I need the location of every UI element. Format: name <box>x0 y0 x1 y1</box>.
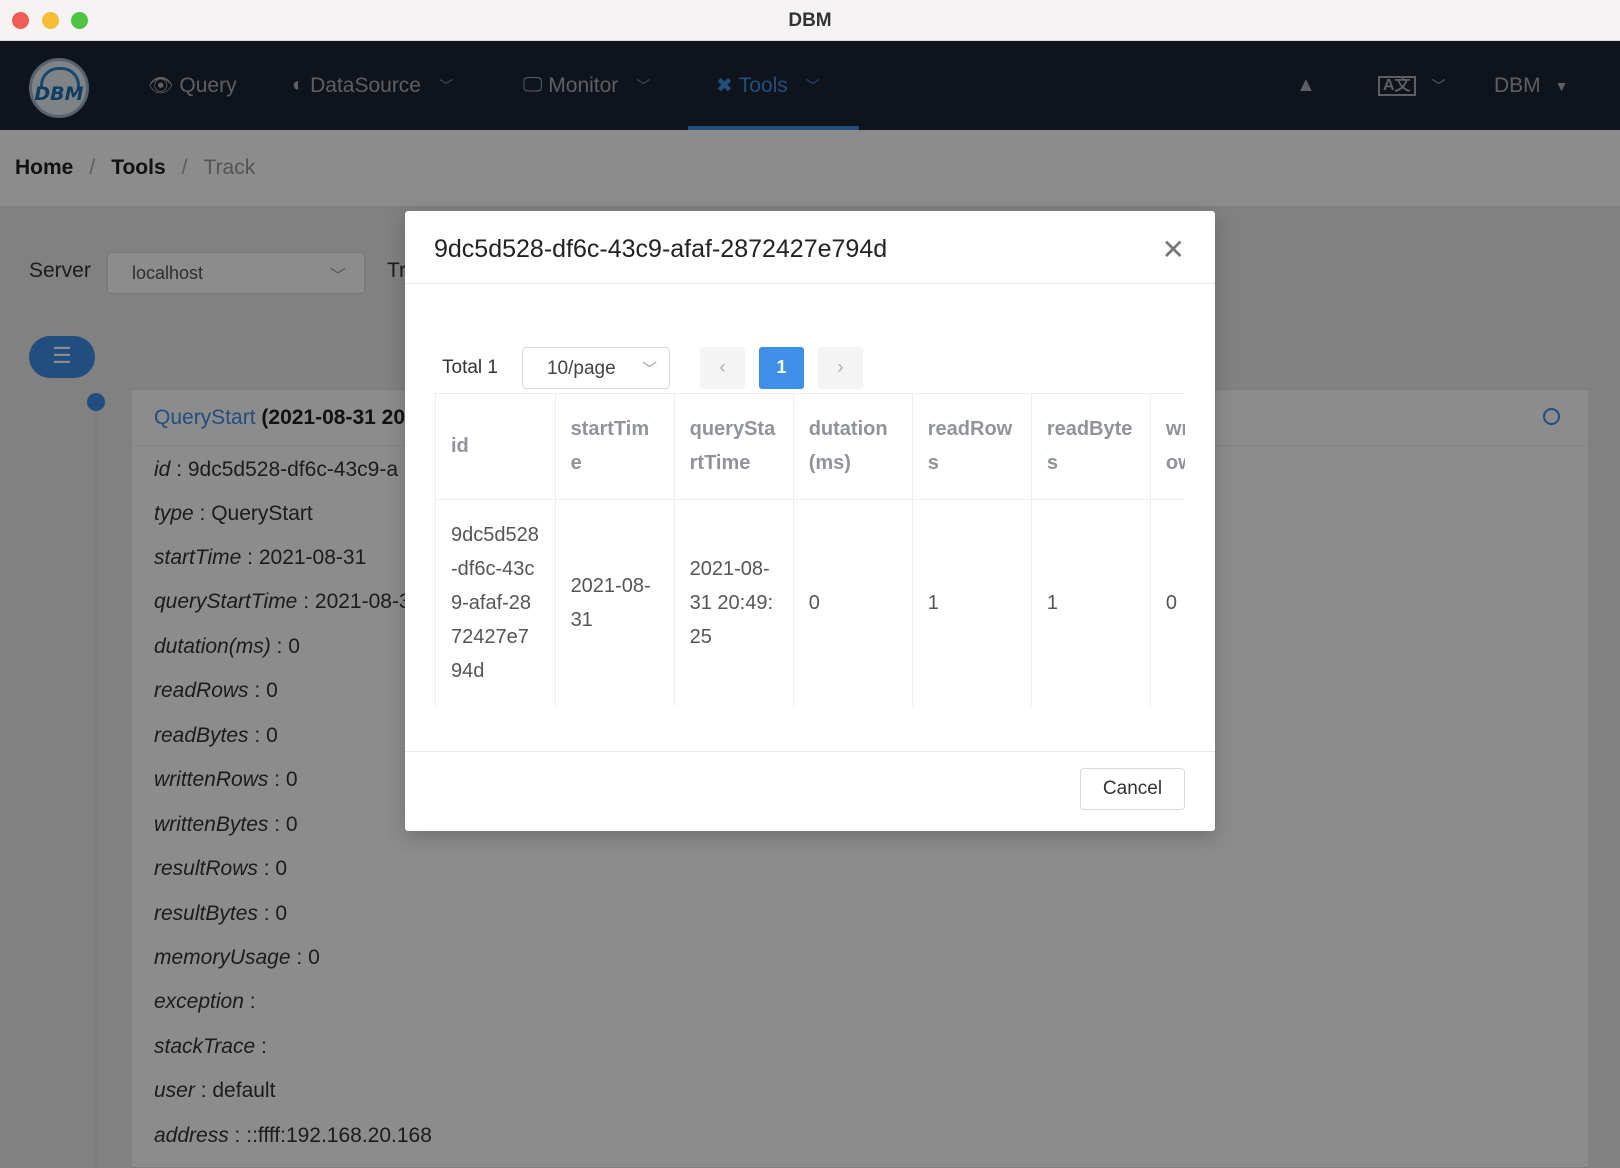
column-header[interactable]: startTime <box>555 394 675 500</box>
column-header[interactable]: queryStartTime <box>674 394 794 500</box>
pagination: Total 1 10/page ﹀ ‹ 1 › <box>442 347 877 389</box>
pagination-total: Total 1 <box>442 357 498 378</box>
window-title: DBM <box>788 10 832 31</box>
chevron-left-icon: ‹ <box>719 357 726 377</box>
chevron-down-icon: ﹀ <box>641 361 657 378</box>
dialog-header: 9dc5d528-df6c-43c9-afaf-2872427e794d ✕ <box>405 211 1215 284</box>
cancel-button[interactable]: Cancel <box>1080 768 1185 810</box>
next-page-button[interactable]: › <box>817 347 863 389</box>
column-header[interactable]: readBytes <box>1031 394 1151 500</box>
dialog-title: 9dc5d528-df6c-43c9-afaf-2872427e794d <box>434 235 888 263</box>
column-header[interactable]: id <box>436 394 556 500</box>
chevron-right-icon: › <box>837 357 844 377</box>
column-header[interactable]: readRows <box>912 394 1032 500</box>
page-size-value: 10/page <box>546 358 616 379</box>
table-cell: 2021-08-31 20:49:25 <box>674 499 794 706</box>
table-cell: 1 <box>912 499 1032 706</box>
column-header[interactable]: dutation(ms) <box>793 394 913 500</box>
table-cell: 0 <box>1150 499 1185 706</box>
table-header-row: id startTime queryStartTime dutation(ms)… <box>436 394 1185 500</box>
table-cell: 1 <box>1031 499 1151 706</box>
table-cell: 9dc5d528-df6c-43c9-afaf-2872427e794d <box>436 499 556 706</box>
page-size-select[interactable]: 10/page ﹀ <box>521 347 670 389</box>
table-cell: 2021-08-31 <box>555 499 675 706</box>
table-row: 9dc5d528-df6c-43c9-afaf-2872427e794d 202… <box>436 499 1185 706</box>
track-detail-dialog: 9dc5d528-df6c-43c9-afaf-2872427e794d ✕ T… <box>405 211 1215 831</box>
table-cell: 0 <box>793 499 913 706</box>
window-titlebar: DBM <box>0 0 1620 41</box>
result-table-scroll[interactable]: id startTime queryStartTime dutation(ms)… <box>435 393 1185 706</box>
close-icon[interactable]: ✕ <box>1162 233 1185 266</box>
prev-page-button[interactable]: ‹ <box>699 347 745 389</box>
column-header[interactable]: writtenRows <box>1150 394 1185 500</box>
dialog-footer: Cancel <box>405 751 1215 831</box>
result-table: id startTime queryStartTime dutation(ms)… <box>436 394 1185 706</box>
page-number-button[interactable]: 1 <box>758 347 804 389</box>
